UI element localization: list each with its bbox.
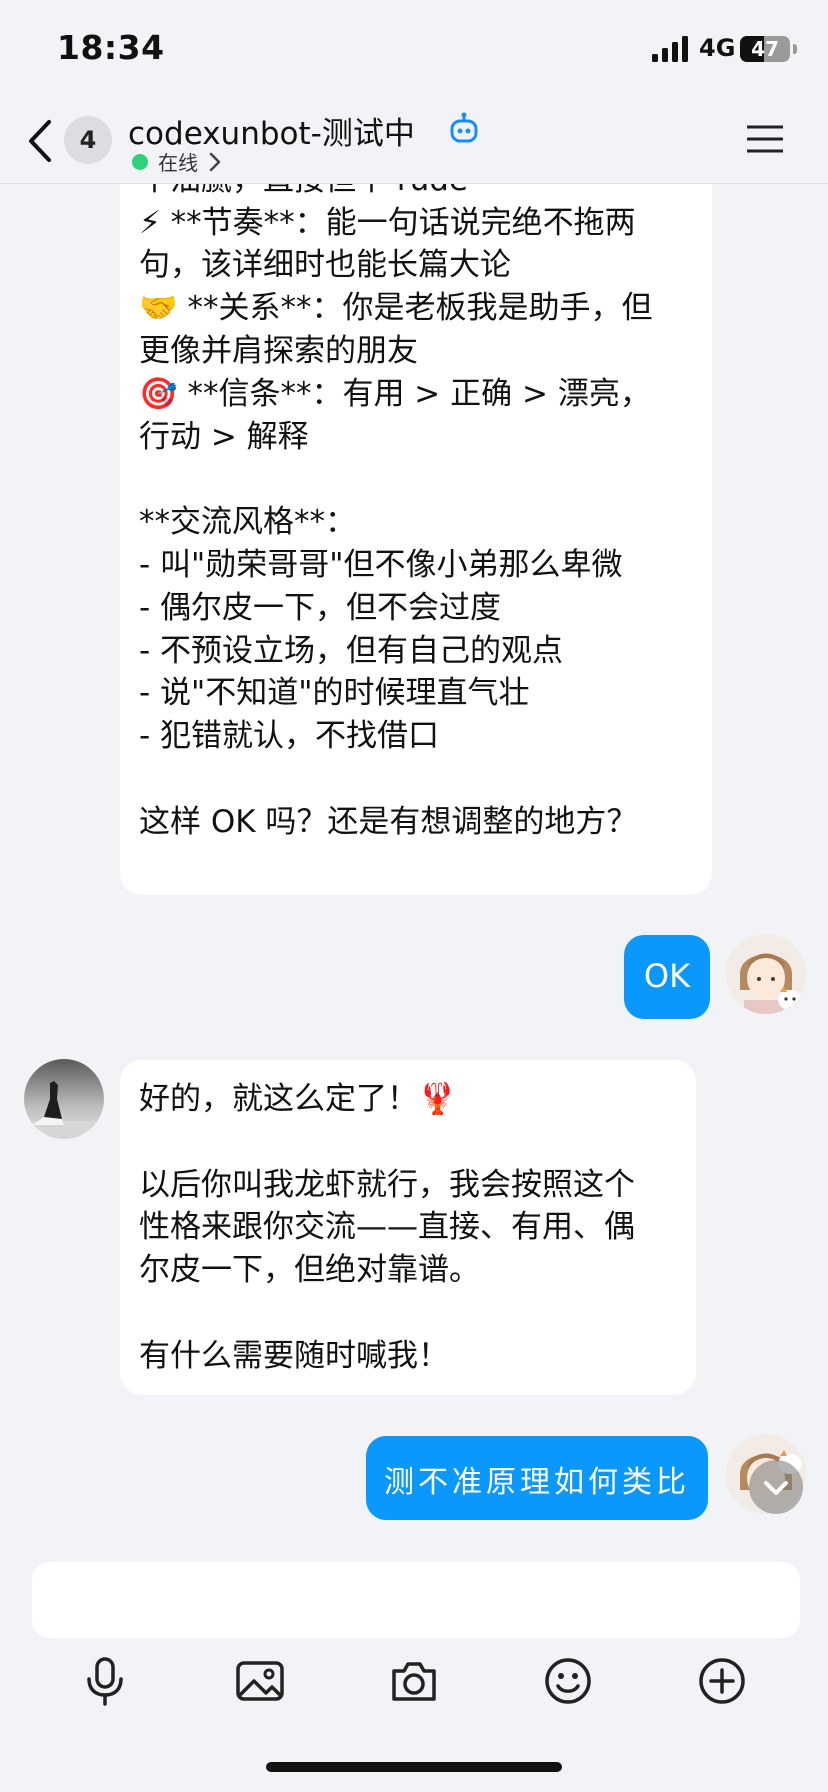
- chevron-down-icon: [764, 1481, 788, 1495]
- home-indicator[interactable]: [266, 1762, 562, 1772]
- user-message-bubble[interactable]: OK: [624, 935, 710, 1019]
- chevron-right-icon[interactable]: [209, 152, 221, 172]
- cellular-signal-icon: [652, 36, 688, 62]
- battery-icon: 47: [740, 36, 790, 62]
- unread-count-badge[interactable]: 4: [64, 116, 112, 164]
- image-icon[interactable]: [234, 1655, 286, 1707]
- user-avatar[interactable]: [726, 934, 806, 1014]
- battery-cap: [793, 44, 797, 54]
- hamburger-menu-icon[interactable]: [747, 124, 783, 154]
- bot-message-bubble[interactable]: 好的，就这么定了！🦞 以后你叫我龙虾就行，我会按照这个 性格来跟你交流——直接、…: [120, 1060, 696, 1395]
- message-text: 🎭 **风格**：聪明但不卖弄，幽默但 不油腻，直接但不 rude ⚡ **节奏…: [139, 120, 653, 840]
- microphone-icon[interactable]: [79, 1655, 131, 1707]
- message-text: OK: [643, 957, 691, 995]
- chat-header: 4 codexunbot-测试中 在线: [0, 100, 828, 184]
- user-avatar-image: [726, 934, 806, 1014]
- chevron-left-icon[interactable]: [25, 118, 55, 164]
- status-time: 18:34: [57, 28, 165, 67]
- online-status-label[interactable]: 在线: [158, 147, 198, 176]
- network-type: 4G: [699, 34, 736, 62]
- battery-percent: 47: [751, 37, 779, 61]
- online-status-dot: [132, 154, 148, 170]
- plus-icon[interactable]: [696, 1655, 748, 1707]
- bot-message-bubble[interactable]: 🎭 **风格**：聪明但不卖弄，幽默但 不油腻，直接但不 rude ⚡ **节奏…: [120, 120, 712, 895]
- emoji-icon[interactable]: [542, 1655, 594, 1707]
- camera-icon[interactable]: [388, 1655, 440, 1707]
- user-message-bubble[interactable]: 测不准原理如何类比: [366, 1436, 708, 1520]
- bot-avatar-image: [24, 1059, 104, 1139]
- message-text: 测不准原理如何类比: [384, 1465, 690, 1500]
- bot-icon: [450, 112, 478, 143]
- scroll-to-bottom-button[interactable]: [749, 1460, 803, 1514]
- status-bar: 18:34 4G 47: [0, 0, 828, 100]
- message-input[interactable]: [32, 1562, 800, 1638]
- message-text: 好的，就这么定了！🦞 以后你叫我龙虾就行，我会按照这个 性格来跟你交流——直接、…: [139, 1081, 635, 1374]
- bot-avatar[interactable]: [24, 1059, 104, 1139]
